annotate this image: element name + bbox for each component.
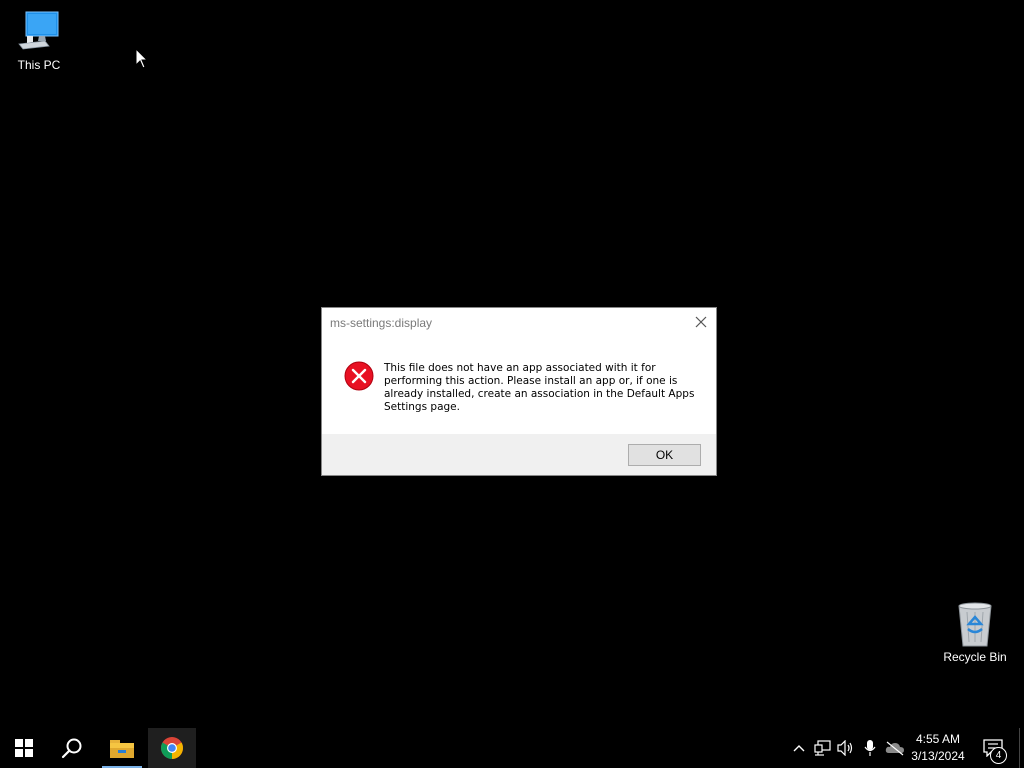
start-button[interactable] <box>0 728 48 768</box>
dialog-footer: OK <box>322 434 716 475</box>
network-tray-button[interactable] <box>813 728 833 768</box>
recycle-bin-icon <box>951 600 999 648</box>
windows-logo-icon <box>15 739 33 757</box>
show-desktop-button[interactable] <box>1019 728 1024 768</box>
close-icon <box>695 316 707 328</box>
microphone-tray-button[interactable] <box>862 728 878 768</box>
desktop: This PC Recycle Bin ms-settings:display <box>0 0 1024 728</box>
taskbar: 4:55 AM 3/13/2024 <box>0 728 1024 768</box>
onedrive-tray-button[interactable] <box>884 728 906 768</box>
dialog-message: This file does not have an app associate… <box>384 362 695 413</box>
microphone-icon <box>864 740 876 756</box>
dialog-title: ms-settings:display <box>330 316 433 330</box>
notification-count-badge: 4 <box>990 747 1007 764</box>
file-explorer-taskbar-button[interactable] <box>98 728 146 768</box>
close-button[interactable] <box>692 313 710 331</box>
volume-tray-button[interactable] <box>836 728 856 768</box>
clock-date: 3/13/2024 <box>911 749 965 763</box>
mouse-cursor-icon <box>135 48 149 69</box>
network-icon <box>814 740 831 756</box>
volume-icon <box>837 740 853 756</box>
recycle-bin-label: Recycle Bin <box>943 650 1007 664</box>
error-icon <box>344 361 374 391</box>
search-button[interactable] <box>48 728 96 768</box>
ok-button[interactable]: OK <box>628 444 701 466</box>
onedrive-icon <box>885 741 904 756</box>
chrome-icon <box>161 737 183 759</box>
computer-icon <box>15 8 63 56</box>
search-icon <box>61 738 82 759</box>
taskbar-clock[interactable]: 4:55 AM 3/13/2024 <box>906 731 970 765</box>
recycle-bin-desktop-icon[interactable]: Recycle Bin <box>938 600 1012 664</box>
file-explorer-icon <box>110 740 134 758</box>
this-pc-desktop-icon[interactable]: This PC <box>2 8 76 72</box>
chrome-taskbar-button[interactable] <box>148 728 196 768</box>
show-hidden-icons-button[interactable] <box>790 728 808 768</box>
this-pc-label: This PC <box>17 58 61 72</box>
error-dialog: ms-settings:display This file does not h… <box>321 307 717 476</box>
chevron-up-icon <box>793 745 805 752</box>
clock-time: 4:55 AM <box>915 732 961 746</box>
